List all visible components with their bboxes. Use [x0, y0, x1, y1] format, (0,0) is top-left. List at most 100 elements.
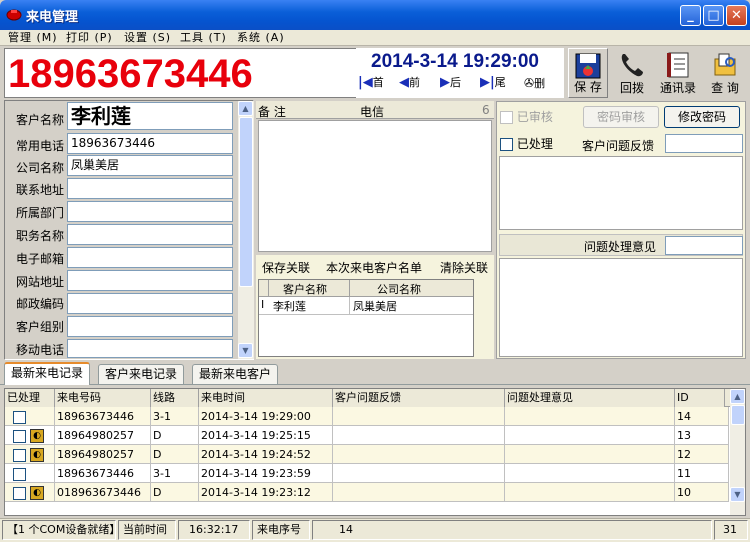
scroll-thumb[interactable]: [239, 117, 253, 287]
col-processed: 已处理: [5, 389, 55, 407]
processed-checkbox[interactable]: 已处理: [500, 135, 553, 152]
row-cursor-marker: I: [261, 298, 265, 311]
mobile-field[interactable]: [67, 339, 233, 358]
caller-number: 18963673446: [8, 52, 253, 96]
feedback-cell: [333, 407, 505, 426]
website-label: 网站地址: [15, 275, 64, 289]
maximize-button[interactable]: □: [703, 5, 724, 26]
menu-system[interactable]: 系统 (A): [237, 30, 285, 46]
change-password-button[interactable]: 修改密码: [664, 106, 740, 128]
col-customer-name: 客户名称: [283, 283, 327, 296]
save-button[interactable]: 保 存: [568, 48, 608, 98]
handling-cell: [505, 464, 675, 483]
number-cell: 18963673446: [55, 407, 151, 426]
grid-scroll-thumb[interactable]: [731, 405, 745, 425]
link-row-name: 李利莲: [273, 300, 306, 313]
dept-field[interactable]: [67, 201, 233, 222]
callback-button[interactable]: 回拨: [612, 48, 652, 98]
nav-delete-button[interactable]: ✇删: [524, 74, 545, 92]
processed-cell: [5, 464, 55, 483]
dept-label: 所属部门: [15, 206, 64, 220]
minimize-button[interactable]: _: [680, 5, 701, 26]
scroll-down-icon[interactable]: ▼: [238, 343, 253, 358]
name-label: 客户名称: [15, 113, 64, 127]
table-row[interactable]: ◐ 018963673446 D 2014-3-14 19:23:12 10: [5, 483, 729, 502]
menu-tools[interactable]: 工具 (T): [180, 30, 227, 46]
feedback-field[interactable]: [665, 134, 743, 153]
id-cell: 10: [675, 483, 729, 502]
address-field[interactable]: [67, 178, 233, 199]
table-row[interactable]: ◐ 18964980257 D 2014-3-14 19:24:52 12: [5, 445, 729, 464]
processed-checkbox[interactable]: [13, 467, 26, 481]
grid-scroll-down-icon[interactable]: ▼: [730, 487, 745, 502]
processed-cell: ◐: [5, 483, 55, 502]
contacts-button[interactable]: 通讯录: [657, 48, 699, 98]
call-records-grid: 已处理 来电号码 线路 来电时间 客户问题反馈 问题处理意见 ID 189636…: [4, 388, 746, 516]
website-field[interactable]: [67, 270, 233, 291]
group-label: 客户组别: [15, 320, 64, 334]
line-cell: 3-1: [151, 407, 199, 426]
scroll-up-icon[interactable]: ▲: [238, 101, 253, 116]
last-icon: ▶|: [480, 75, 495, 90]
id-cell: 11: [675, 464, 729, 483]
call-list-button[interactable]: 本次来电客户名单: [326, 259, 422, 276]
nav-prev-button[interactable]: ◀前: [399, 74, 420, 92]
window-title: 来电管理: [26, 10, 79, 25]
notes-header: 备 注 电信 6: [256, 101, 494, 119]
nav-next-button[interactable]: ▶后: [440, 74, 461, 92]
close-button[interactable]: ✕: [726, 5, 747, 26]
nav-first-button[interactable]: |◀首: [358, 74, 384, 92]
company-field[interactable]: 凤巢美居: [67, 155, 233, 176]
number-cell: 18964980257: [55, 445, 151, 464]
handling-field[interactable]: [665, 236, 743, 255]
nav-last-button[interactable]: ▶|尾: [480, 74, 506, 92]
table-row[interactable]: ◐ 18964980257 D 2014-3-14 19:25:15 13: [5, 426, 729, 445]
email-field[interactable]: [67, 247, 233, 268]
group-field[interactable]: [67, 316, 233, 337]
processed-checkbox[interactable]: [13, 429, 26, 443]
processed-checkbox[interactable]: [13, 410, 26, 424]
col-time: 来电时间: [199, 389, 333, 407]
time-cell: 2014-3-14 19:29:00: [199, 407, 333, 426]
tab-latest-customers[interactable]: 最新来电客户: [192, 364, 279, 384]
phone-field[interactable]: 18963673446: [67, 133, 233, 154]
form-scrollbar[interactable]: ▲ ▼: [238, 101, 254, 359]
feedback-textarea[interactable]: [499, 156, 743, 230]
handling-textarea[interactable]: [499, 258, 743, 357]
feedback-cell: [333, 426, 505, 445]
phone-label: 常用电话: [15, 139, 64, 153]
postcode-field[interactable]: [67, 293, 233, 314]
menu-manage[interactable]: 管理 (M): [8, 30, 58, 46]
processed-checkbox[interactable]: [13, 448, 26, 462]
tab-latest-calls[interactable]: 最新来电记录: [4, 362, 91, 385]
notes-count: 6: [482, 103, 490, 117]
handling-label: 问题处理意见: [584, 240, 657, 254]
next-icon: ▶: [440, 75, 450, 90]
table-row[interactable]: 18963673446 3-1 2014-3-14 19:23:59 11: [5, 464, 729, 483]
processed-checkbox[interactable]: [13, 486, 26, 500]
customer-name-field[interactable]: 李利莲: [67, 102, 233, 130]
search-folder-icon: [714, 53, 736, 76]
status-right-value: 31: [714, 520, 748, 540]
position-field[interactable]: [67, 224, 233, 245]
record-icon: ◐: [30, 448, 44, 462]
reviewed-checkbox[interactable]: 已审核: [500, 108, 553, 125]
grid-scroll-up-icon[interactable]: ▲: [730, 389, 745, 404]
notes-textarea[interactable]: [258, 120, 492, 252]
prev-icon: ◀: [399, 75, 409, 90]
grid-scrollbar[interactable]: ▲ ▼: [730, 389, 745, 515]
review-password-button[interactable]: 密码审核: [583, 106, 659, 128]
clear-link-button[interactable]: 清除关联: [440, 259, 488, 276]
save-link-button[interactable]: 保存关联: [262, 259, 310, 276]
menu-print[interactable]: 打印 (P): [66, 30, 113, 46]
handling-cell: [505, 483, 675, 502]
query-button[interactable]: 查 询: [704, 48, 746, 98]
table-row[interactable]: 18963673446 3-1 2014-3-14 19:29:00 14: [5, 407, 729, 426]
device-status: 【1 个COM设备就绪】: [2, 520, 120, 540]
menu-settings[interactable]: 设置 (S): [124, 30, 171, 46]
handling-cell: [505, 407, 675, 426]
seq-label: 来电序号: [252, 520, 310, 540]
address-book-icon: [667, 52, 689, 78]
tab-customer-calls[interactable]: 客户来电记录: [98, 364, 185, 384]
link-table-row[interactable]: I 李利莲 凤巢美居: [259, 297, 473, 315]
